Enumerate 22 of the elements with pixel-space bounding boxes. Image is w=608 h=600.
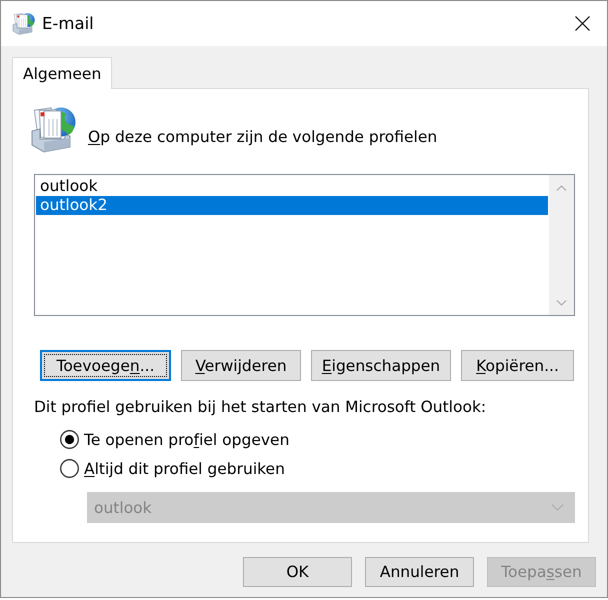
dialog-button[interactable]: OK bbox=[243, 557, 352, 587]
action-button[interactable]: Eigenschappen bbox=[311, 350, 451, 381]
dialog-button[interactable]: Annuleren bbox=[365, 557, 474, 587]
radio-button[interactable] bbox=[60, 430, 79, 449]
mail-globe-icon bbox=[30, 105, 76, 153]
mail-globe-icon bbox=[12, 12, 35, 35]
close-button[interactable] bbox=[574, 15, 591, 32]
action-button[interactable]: Toevoegen... bbox=[40, 350, 171, 381]
window-title: E-mail bbox=[42, 14, 95, 33]
chevron-down-icon bbox=[551, 504, 564, 511]
section-label: Dit profiel gebruiken bij het starten van Microsoft Outlook: bbox=[34, 398, 488, 416]
list-item[interactable]: outlook2 bbox=[36, 196, 548, 215]
radio-button[interactable] bbox=[60, 459, 79, 478]
radio-option[interactable]: Te openen profiel opgeven bbox=[60, 429, 290, 450]
radio-option[interactable]: Altijd dit profiel gebruiken bbox=[60, 458, 285, 479]
close-icon bbox=[575, 16, 590, 31]
profile-list[interactable]: outlook outlook2 bbox=[34, 174, 575, 316]
action-button[interactable]: Kopiëren... bbox=[461, 350, 574, 381]
list-item[interactable]: outlook bbox=[36, 177, 548, 196]
list-label: Op deze computer zijn de volgende profielen bbox=[88, 128, 438, 148]
tab[interactable]: Algemeen bbox=[12, 57, 112, 89]
action-button[interactable]: Verwijderen bbox=[181, 350, 301, 381]
